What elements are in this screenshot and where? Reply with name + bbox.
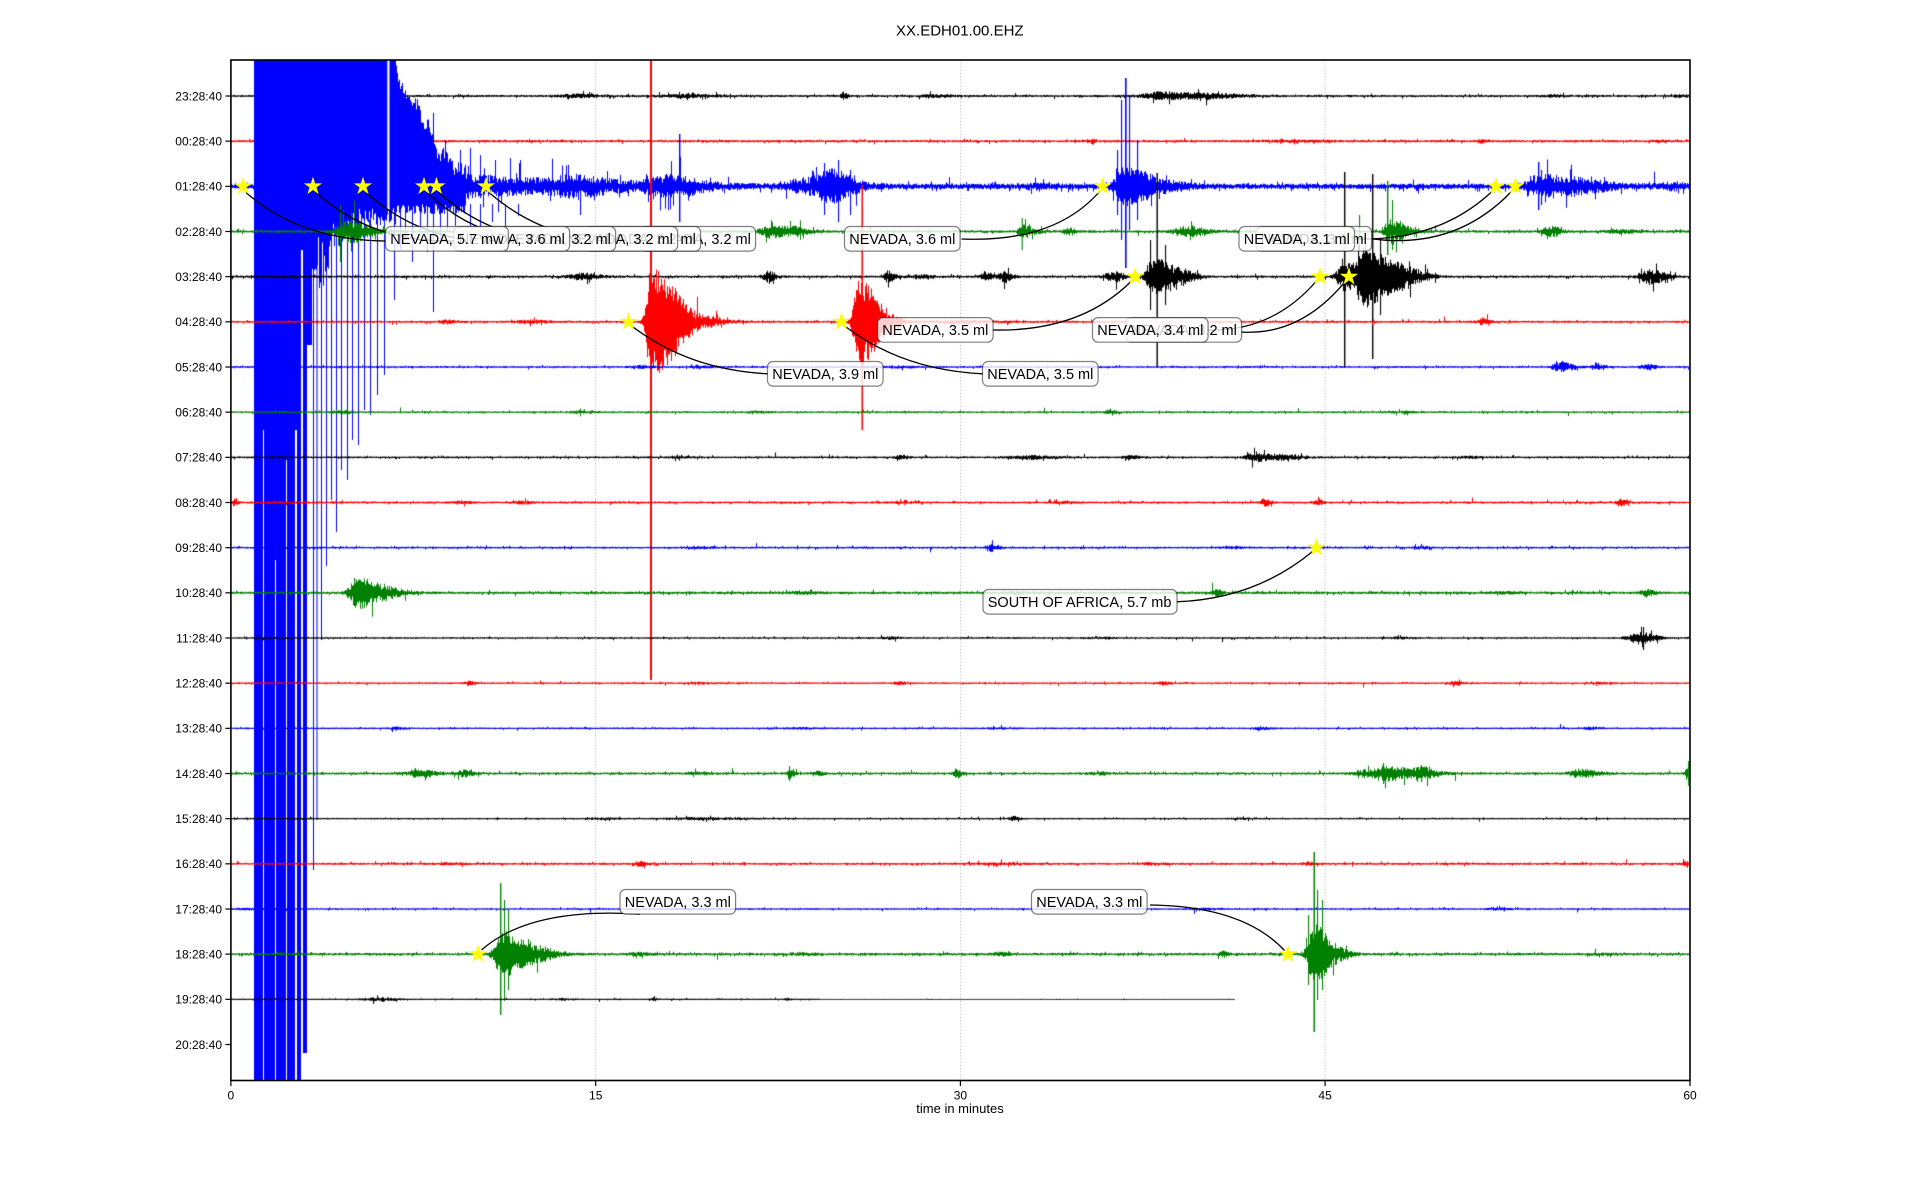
svg-text:NEVADA, 3.5 ml: NEVADA, 3.5 ml <box>882 323 988 339</box>
svg-text:23:28:40: 23:28:40 <box>175 89 222 103</box>
svg-text:NEVADA, 3.1 ml: NEVADA, 3.1 ml <box>1244 232 1350 248</box>
svg-text:45: 45 <box>1318 1088 1332 1102</box>
svg-text:15: 15 <box>589 1088 603 1102</box>
svg-text:NEVADA, 5.7 mw: NEVADA, 5.7 mw <box>390 232 504 248</box>
svg-text:14:28:40: 14:28:40 <box>175 767 222 781</box>
svg-text:02:28:40: 02:28:40 <box>175 225 222 239</box>
svg-text:19:28:40: 19:28:40 <box>175 993 222 1007</box>
svg-text:NEVADA, 3.5 ml: NEVADA, 3.5 ml <box>987 367 1093 383</box>
svg-text:15:28:40: 15:28:40 <box>175 812 222 826</box>
svg-text:SOUTH OF AFRICA, 5.7 mb: SOUTH OF AFRICA, 5.7 mb <box>988 595 1172 611</box>
svg-text:04:28:40: 04:28:40 <box>175 315 222 329</box>
svg-text:NEVADA, 3.3 ml: NEVADA, 3.3 ml <box>625 895 731 911</box>
svg-text:11:28:40: 11:28:40 <box>176 631 222 645</box>
svg-text:00:28:40: 00:28:40 <box>175 134 222 148</box>
svg-text:16:28:40: 16:28:40 <box>175 857 222 871</box>
svg-text:13:28:40: 13:28:40 <box>175 722 222 736</box>
svg-text:NEVADA, 3.3 ml: NEVADA, 3.3 ml <box>1036 895 1142 911</box>
svg-text:03:28:40: 03:28:40 <box>175 270 222 284</box>
svg-text:60: 60 <box>1683 1088 1697 1102</box>
svg-text:XX.EDH01.00.EHZ: XX.EDH01.00.EHZ <box>896 23 1024 40</box>
svg-text:01:28:40: 01:28:40 <box>175 180 222 194</box>
svg-text:18:28:40: 18:28:40 <box>175 947 222 961</box>
svg-text:0: 0 <box>228 1088 235 1102</box>
svg-text:NEVADA, 3.4 ml: NEVADA, 3.4 ml <box>1097 323 1203 339</box>
svg-text:NEVADA, 3.9 ml: NEVADA, 3.9 ml <box>772 367 878 383</box>
svg-text:12:28:40: 12:28:40 <box>175 676 222 690</box>
svg-text:05:28:40: 05:28:40 <box>175 360 222 374</box>
svg-text:07:28:40: 07:28:40 <box>175 451 222 465</box>
svg-text:06:28:40: 06:28:40 <box>175 405 222 419</box>
svg-text:NEVADA, 3.6 ml: NEVADA, 3.6 ml <box>849 232 955 248</box>
svg-text:08:28:40: 08:28:40 <box>175 496 222 510</box>
svg-text:time in minutes: time in minutes <box>916 1101 1004 1116</box>
svg-text:20:28:40: 20:28:40 <box>175 1038 222 1052</box>
svg-text:09:28:40: 09:28:40 <box>175 541 222 555</box>
svg-text:17:28:40: 17:28:40 <box>175 902 222 916</box>
svg-text:10:28:40: 10:28:40 <box>175 586 222 600</box>
